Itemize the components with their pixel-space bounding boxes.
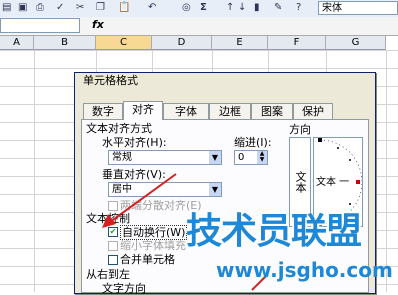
column-header-b[interactable]: B [34, 36, 96, 50]
undo-icon[interactable]: ↶ [148, 2, 156, 14]
column-header-e[interactable]: E [212, 36, 268, 50]
fx-icon[interactable]: fx [92, 18, 104, 31]
column-header-d[interactable]: D [152, 36, 212, 50]
indent-value: 0 [238, 152, 245, 163]
dialog-title: 单元格格式 [75, 73, 375, 89]
formula-bar: fx [0, 17, 398, 36]
tab-number[interactable]: 数字 [83, 103, 123, 119]
column-header-c[interactable]: C [96, 36, 152, 50]
tab-alignment[interactable]: 对齐 [123, 101, 163, 120]
column-header-f[interactable]: F [268, 36, 326, 50]
spellcheck-icon[interactable]: ✓ [56, 2, 64, 14]
cut-icon[interactable]: ✂ [76, 2, 84, 14]
tab-font[interactable]: 字体 [163, 103, 209, 119]
horizontal-label: 水平对齐(H): [102, 136, 167, 149]
orientation-section: 方向 [289, 123, 311, 136]
autosum-icon[interactable]: Σ [200, 2, 207, 14]
help-icon[interactable]: ? [296, 2, 301, 14]
font-name-value: 宋体 [322, 3, 342, 14]
text-alignment-section: 文本对齐方式 [86, 122, 152, 135]
hyperlink-icon[interactable]: ◎ [182, 2, 191, 14]
right-to-left-section: 从右到左 [86, 268, 130, 281]
indent-label: 缩进(I): [234, 136, 272, 149]
watermark-url: www.jsgho.com [216, 258, 393, 282]
spinner-arrows-icon: ▲ ▼ [257, 151, 267, 164]
watermark-title: 技术员联盟 [186, 211, 362, 252]
chart-icon[interactable]: ▮ [254, 2, 260, 14]
chevron-down-icon: ▼ [209, 151, 221, 164]
red-arrow-icon [102, 173, 177, 228]
merge-cells-label: 合并单元格 [120, 253, 175, 266]
tab-protection[interactable]: 保护 [293, 103, 333, 119]
print-icon[interactable]: ⎙ [36, 2, 44, 14]
dial-text: 文本 一 [316, 177, 350, 188]
sort-asc-icon[interactable]: ↑ [226, 2, 234, 14]
shrink-to-fit-checkbox[interactable] [108, 241, 118, 251]
name-box[interactable] [0, 18, 80, 33]
sort-desc-icon[interactable]: ↓ [238, 2, 246, 14]
indent-spinner[interactable]: 0 ▲ ▼ [234, 150, 268, 165]
drawing-icon[interactable]: ✎ [274, 2, 282, 14]
merge-cells-checkbox[interactable] [108, 255, 118, 265]
column-header-g[interactable]: G [326, 36, 386, 50]
watermark: 技术员联盟 www.jsgho.com [186, 210, 396, 290]
chevron-down-icon: ▼ [209, 183, 221, 196]
tab-patterns[interactable]: 图案 [251, 103, 293, 119]
shrink-to-fit-label: 缩小字体填充 [120, 239, 186, 252]
save-icon[interactable]: ▣ [18, 2, 27, 14]
copy-icon[interactable]: ❐ [96, 2, 105, 14]
paste-icon[interactable]: 📋 [118, 2, 130, 14]
horizontal-value: 常规 [112, 152, 132, 163]
new-icon[interactable]: ▤ [2, 2, 11, 14]
tab-border[interactable]: 边框 [209, 103, 251, 119]
text-direction-label: 文字方向 [102, 282, 146, 295]
toolbar: ▤ ▣ ⎙ ✓ ✂ ❐ 📋 ↶ ◎ Σ ↑ ↓ ▮ ✎ ? 宋体 [0, 0, 398, 18]
horizontal-select[interactable]: 常规 ▼ [108, 150, 222, 165]
column-header-a[interactable]: A [0, 36, 34, 50]
font-name-select[interactable]: 宋体 [318, 1, 398, 15]
